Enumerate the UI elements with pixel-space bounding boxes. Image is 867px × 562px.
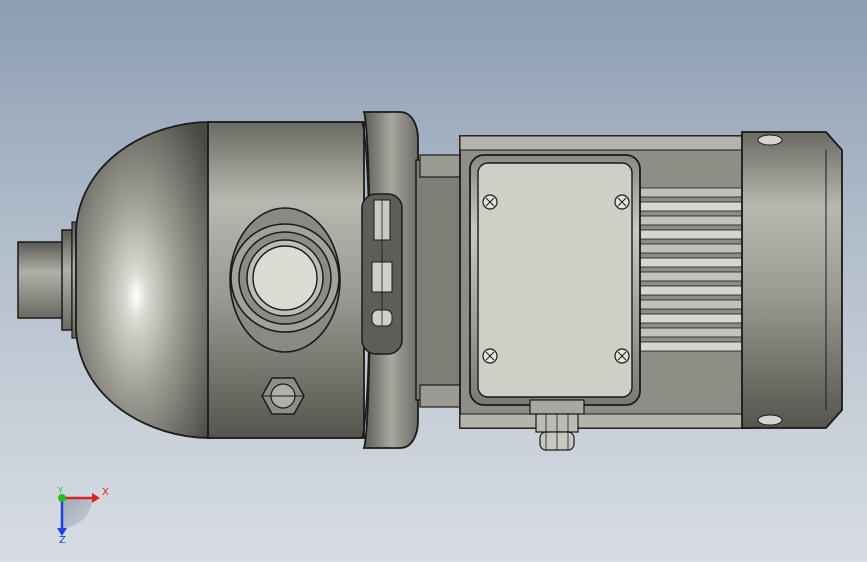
pump-3d-model[interactable] xyxy=(0,0,867,562)
cooling-fin xyxy=(639,257,745,268)
cooling-fin xyxy=(639,341,745,352)
terminal-box[interactable] xyxy=(469,154,641,406)
cable-gland[interactable] xyxy=(529,399,585,451)
cooling-fin xyxy=(639,285,745,296)
cooling-fin xyxy=(639,299,745,310)
outlet-nozzle[interactable] xyxy=(17,221,81,339)
fan-cover[interactable] xyxy=(741,131,843,429)
coordinate-triad xyxy=(57,493,100,536)
cooling-fin xyxy=(639,271,745,282)
cooling-fin xyxy=(639,229,745,240)
discharge-port[interactable] xyxy=(229,207,341,353)
cooling-fin xyxy=(639,201,745,212)
cooling-fin xyxy=(639,215,745,226)
z-axis-label: Z xyxy=(59,535,66,546)
drain-plug-hex[interactable] xyxy=(261,377,305,415)
cad-viewport[interactable]: X Y Z xyxy=(0,0,867,562)
cooling-fin xyxy=(639,313,745,324)
x-axis-arrowhead xyxy=(92,493,100,503)
cooling-fin xyxy=(639,327,745,338)
y-axis-label: Y xyxy=(58,486,63,495)
lantern-window[interactable] xyxy=(361,193,403,355)
x-axis-label: X xyxy=(102,487,109,498)
cooling-fin xyxy=(639,243,745,254)
cooling-fin xyxy=(639,187,745,198)
